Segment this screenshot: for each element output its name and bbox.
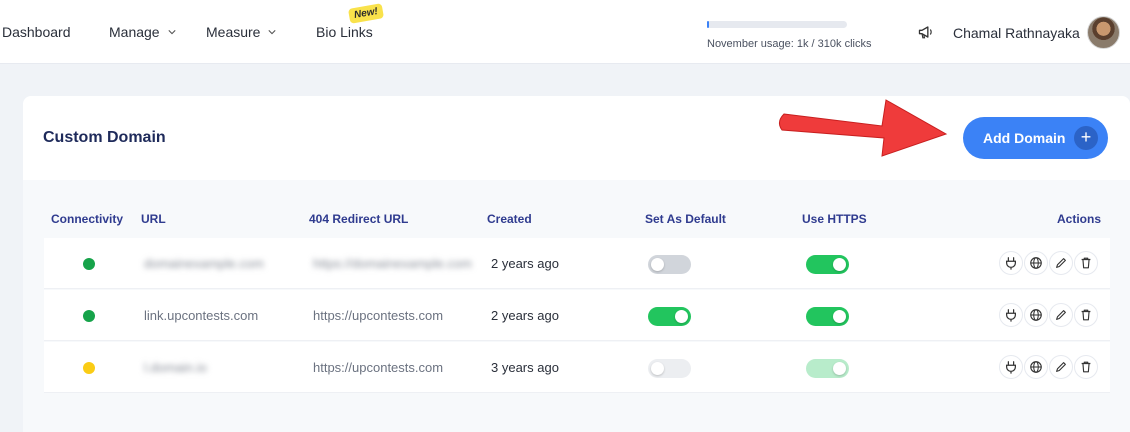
url-cell-blurred: domainexample.com (144, 256, 264, 271)
header-set-as-default: Set As Default (645, 212, 726, 226)
add-domain-label: Add Domain (983, 130, 1066, 146)
use-https-toggle[interactable] (806, 307, 849, 326)
top-navigation-bar: Dashboard Manage Measure Bio Links New! … (0, 0, 1130, 64)
url-cell: link.upcontests.com (144, 308, 259, 323)
nav-bio-links[interactable]: Bio Links (316, 24, 373, 40)
usage-text: November usage: 1k / 310k clicks (707, 38, 872, 50)
header-connectivity: Connectivity (51, 212, 124, 226)
use-https-toggle[interactable] (806, 255, 849, 274)
table-row: domainexample.com https://domainexample.… (44, 238, 1110, 289)
nav-manage[interactable]: Manage (109, 24, 176, 40)
redirect-cell: https://upcontests.com (313, 308, 444, 323)
nav-bio-links-label: Bio Links (316, 24, 373, 40)
nav-measure[interactable]: Measure (206, 24, 277, 40)
nav-dashboard[interactable]: Dashboard (2, 24, 71, 40)
set-default-toggle[interactable] (648, 307, 691, 326)
custom-domain-card: Custom Domain Add Domain + Connectivity … (23, 96, 1130, 432)
usage-progress-bar (707, 21, 847, 28)
nav-measure-label: Measure (206, 24, 261, 40)
page-title: Custom Domain (43, 129, 166, 146)
header-redirect-url: 404 Redirect URL (309, 212, 409, 226)
chevron-down-icon (268, 30, 277, 35)
status-dot (83, 310, 95, 322)
globe-icon[interactable] (1024, 355, 1048, 379)
avatar[interactable] (1087, 16, 1120, 49)
user-name[interactable]: Chamal Rathnayaka (953, 25, 1080, 41)
redirect-cell: https://upcontests.com (313, 360, 444, 375)
header-url: URL (141, 212, 166, 226)
use-https-toggle[interactable] (806, 359, 849, 378)
usage-progress-fill (707, 21, 709, 28)
trash-icon[interactable] (1074, 251, 1098, 275)
created-cell: 2 years ago (491, 308, 559, 323)
created-cell: 2 years ago (491, 256, 559, 271)
plug-icon[interactable] (999, 303, 1023, 327)
url-cell-blurred: l.domain.io (144, 360, 207, 375)
status-dot (83, 362, 95, 374)
new-badge: New! (347, 3, 384, 24)
created-cell: 3 years ago (491, 360, 559, 375)
nav-manage-label: Manage (109, 24, 160, 40)
set-default-toggle[interactable] (648, 255, 691, 274)
plug-icon[interactable] (999, 251, 1023, 275)
status-dot (83, 258, 95, 270)
nav-dashboard-label: Dashboard (2, 24, 71, 40)
pencil-icon[interactable] (1049, 251, 1073, 275)
plug-icon[interactable] (999, 355, 1023, 379)
chevron-down-icon (167, 30, 176, 35)
pencil-icon[interactable] (1049, 355, 1073, 379)
trash-icon[interactable] (1074, 303, 1098, 327)
header-actions: Actions (1057, 212, 1102, 226)
set-default-toggle[interactable] (648, 359, 691, 378)
add-domain-button[interactable]: Add Domain + (963, 117, 1108, 159)
megaphone-icon[interactable] (917, 22, 937, 42)
redirect-cell-blurred: https://domainexample.com (313, 256, 472, 271)
domains-table: Connectivity URL 404 Redirect URL Create… (23, 180, 1130, 432)
header-created: Created (487, 212, 532, 226)
table-row: link.upcontests.com https://upcontests.c… (44, 290, 1110, 341)
header-use-https: Use HTTPS (802, 212, 867, 226)
pencil-icon[interactable] (1049, 303, 1073, 327)
trash-icon[interactable] (1074, 355, 1098, 379)
plus-icon: + (1074, 126, 1098, 150)
table-row: l.domain.io https://upcontests.com 3 yea… (44, 342, 1110, 393)
globe-icon[interactable] (1024, 303, 1048, 327)
globe-icon[interactable] (1024, 251, 1048, 275)
